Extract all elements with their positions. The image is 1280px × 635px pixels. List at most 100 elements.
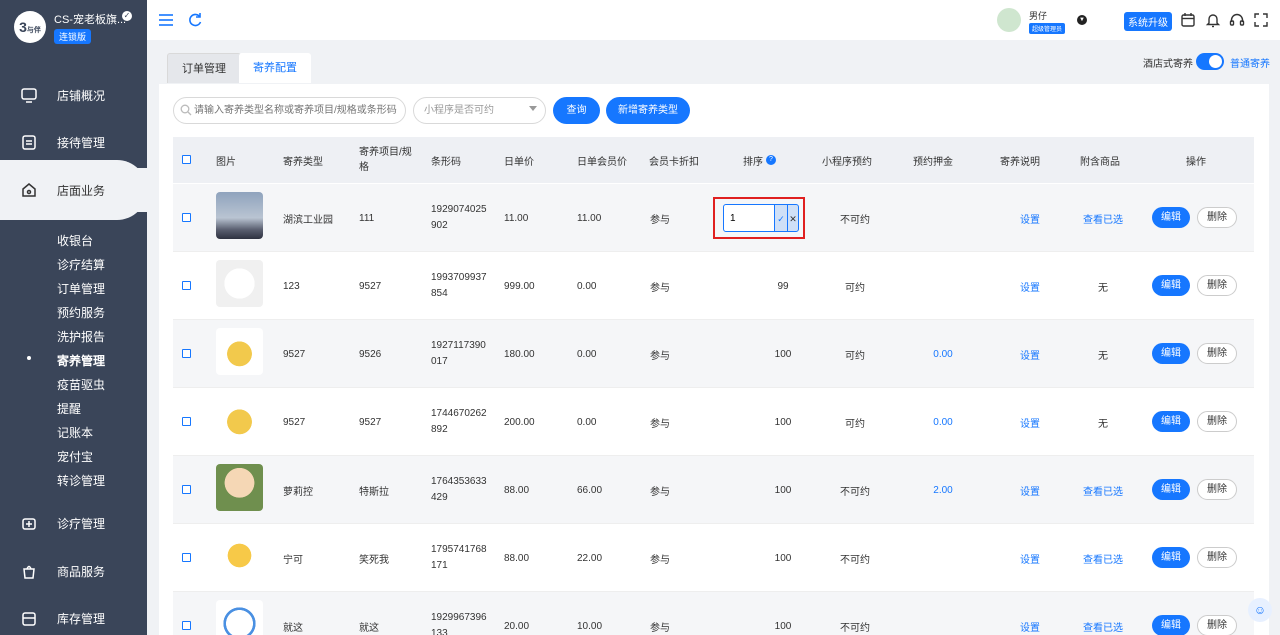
cell-description-link[interactable]: 设置 [1000, 252, 1060, 320]
cell-description-link[interactable]: 设置 [1000, 524, 1060, 592]
cell-deposit[interactable] [913, 524, 973, 592]
cell-deposit[interactable]: 2.00 [913, 456, 973, 524]
delete-button[interactable]: 删除 [1197, 275, 1237, 296]
cell-price: 200.00 [504, 416, 535, 428]
row-checkbox[interactable] [182, 621, 191, 630]
booking-select[interactable]: 小程序是否可约 [413, 97, 546, 124]
delete-button[interactable]: 删除 [1197, 547, 1237, 568]
cell-member-price: 10.00 [577, 620, 603, 632]
sidebar-subitem-cashier[interactable]: 收银台 [57, 232, 93, 249]
row-checkbox[interactable] [182, 417, 191, 426]
search-input[interactable] [173, 97, 406, 124]
menu-icon[interactable] [158, 12, 174, 28]
tab-boarding-config[interactable]: 寄养配置 [239, 53, 311, 83]
cell-member-price: 0.00 [577, 348, 597, 360]
sidebar-subitem-reminder[interactable]: 提醒 [57, 400, 81, 417]
sidebar-subitem-vaccine[interactable]: 疫苗驱虫 [57, 376, 105, 393]
row-image [216, 532, 263, 579]
edit-button[interactable]: 编辑 [1152, 547, 1190, 568]
calendar-icon[interactable] [1180, 12, 1196, 28]
cell-deposit[interactable]: 0.00 [913, 320, 973, 388]
sidebar-item-overview[interactable]: 店铺概况 [0, 73, 147, 117]
sidebar-item-reception[interactable]: 接待管理 [0, 120, 147, 164]
sidebar-item-goods[interactable]: 商品服务 [0, 549, 147, 593]
cell-description-link[interactable]: 设置 [1000, 592, 1060, 635]
headset-icon[interactable] [1229, 12, 1245, 28]
sidebar-subitem-boarding[interactable]: 寄养管理 [57, 352, 105, 369]
sidebar-subitem-petpay[interactable]: 宠付宝 [57, 448, 93, 465]
help-icon[interactable]: ? [766, 155, 776, 165]
chevron-down-icon[interactable]: ▼ [1077, 15, 1087, 25]
edit-button[interactable]: 编辑 [1152, 615, 1190, 635]
cell-barcode: 1744670262 892 [431, 408, 487, 435]
query-button[interactable]: 查询 [553, 97, 600, 124]
col-header-booking: 小程序预约 [822, 156, 872, 168]
row-checkbox[interactable] [182, 213, 191, 222]
cell-description-link[interactable]: 设置 [1000, 388, 1060, 456]
row-checkbox[interactable] [182, 281, 191, 290]
sidebar-item-medical[interactable]: 诊疗管理 [0, 501, 147, 545]
sort-input[interactable] [723, 204, 775, 232]
cell-member-price: 11.00 [577, 212, 602, 224]
cell-goods-link[interactable]: 查看已选 [1073, 456, 1133, 524]
row-checkbox[interactable] [182, 349, 191, 358]
mode-label-normal[interactable]: 普通寄养 [1230, 55, 1270, 70]
sidebar-subitem-orders[interactable]: 订单管理 [57, 280, 105, 297]
refresh-icon[interactable] [187, 12, 203, 28]
cell-deposit[interactable]: 0.00 [913, 388, 973, 456]
fullscreen-icon[interactable] [1253, 12, 1269, 28]
cell-item: 特斯拉 [359, 486, 389, 498]
delete-button[interactable]: 删除 [1197, 207, 1237, 228]
col-header-goods: 附含商品 [1080, 156, 1120, 168]
delete-button[interactable]: 删除 [1197, 479, 1237, 500]
row-image [216, 192, 263, 239]
shop-icon [22, 183, 36, 197]
cell-deposit[interactable] [913, 592, 973, 635]
avatar[interactable] [997, 8, 1021, 32]
cell-type: 123 [283, 280, 300, 292]
cell-goods-link[interactable]: 查看已选 [1073, 184, 1133, 252]
col-header-image: 图片 [216, 156, 236, 168]
add-boarding-type-button[interactable]: 新增寄养类型 [606, 97, 690, 124]
sidebar-subitem-grooming-report[interactable]: 洗护报告 [57, 328, 105, 345]
col-header-type: 寄养类型 [283, 156, 323, 168]
delete-button[interactable]: 删除 [1197, 411, 1237, 432]
tab-orders[interactable]: 订单管理 [167, 53, 241, 83]
cell-sort: 99 [777, 280, 789, 292]
sidebar-item-store-business[interactable]: 店面业务 [0, 168, 147, 212]
bell-icon[interactable] [1205, 12, 1221, 28]
row-checkbox[interactable] [182, 553, 191, 562]
cell-description-link[interactable]: 设置 [1000, 320, 1060, 388]
boarding-mode-toggle[interactable] [1196, 53, 1224, 70]
cell-deposit[interactable] [913, 184, 973, 252]
cell-description-link[interactable]: 设置 [1000, 184, 1060, 252]
delete-button[interactable]: 删除 [1197, 615, 1237, 635]
sidebar-subitem-ledger[interactable]: 记账本 [57, 424, 93, 441]
edit-button[interactable]: 编辑 [1152, 275, 1190, 296]
select-all-checkbox[interactable] [182, 155, 191, 164]
cell-goods-link[interactable]: 查看已选 [1073, 524, 1133, 592]
confirm-icon[interactable]: ✓ [775, 204, 787, 232]
cell-barcode: 1929967396 133 [431, 612, 487, 635]
cell-member-price: 22.00 [577, 552, 603, 564]
upgrade-button[interactable]: 系统升级 [1124, 12, 1172, 31]
edit-button[interactable]: 编辑 [1152, 479, 1190, 500]
clipboard-icon [22, 135, 36, 150]
edit-button[interactable]: 编辑 [1152, 411, 1190, 432]
cancel-icon[interactable]: ✕ [787, 204, 799, 232]
sidebar-subitem-treatment-settlement[interactable]: 诊疗结算 [57, 256, 105, 273]
edit-button[interactable]: 编辑 [1152, 207, 1190, 228]
cell-description-link[interactable]: 设置 [1000, 456, 1060, 524]
delete-button[interactable]: 删除 [1197, 343, 1237, 364]
row-checkbox[interactable] [182, 485, 191, 494]
brand[interactable]: 3与伴 CS-宠老板旗... ✓ 连锁版 [14, 8, 142, 48]
cell-goods-link[interactable]: 查看已选 [1073, 592, 1133, 635]
chat-support-button[interactable]: ☺ [1248, 598, 1272, 622]
sidebar-item-inventory[interactable]: 库存管理 [0, 596, 147, 635]
cell-deposit[interactable] [913, 252, 973, 320]
user-name: 男仔 [1029, 11, 1048, 21]
sidebar-subitem-appointments[interactable]: 预约服务 [57, 304, 105, 321]
cell-discount: 参与 [650, 486, 670, 498]
sidebar-subitem-referral[interactable]: 转诊管理 [57, 472, 105, 489]
edit-button[interactable]: 编辑 [1152, 343, 1190, 364]
